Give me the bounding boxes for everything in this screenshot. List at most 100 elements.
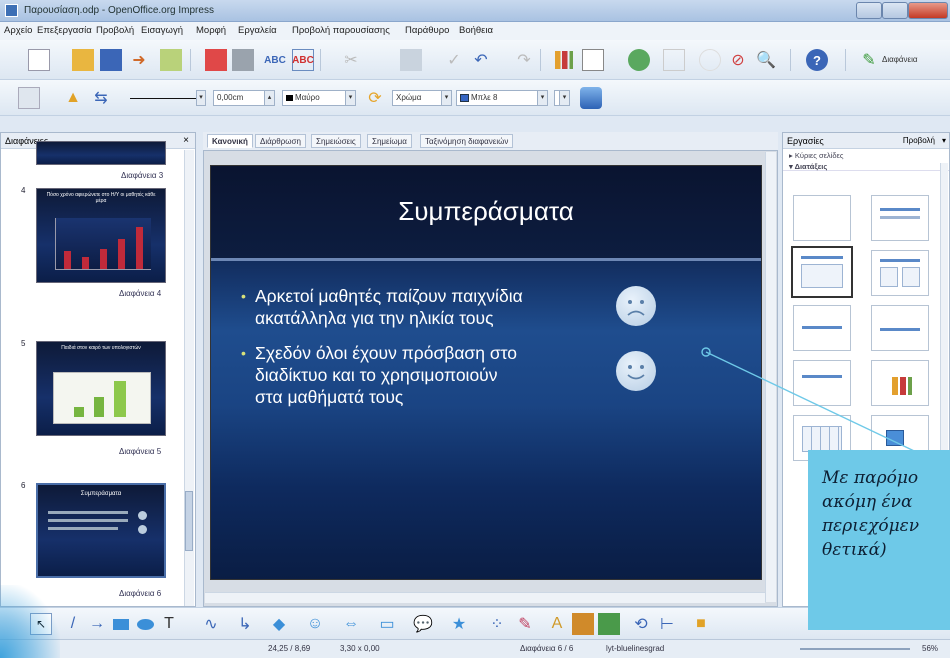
gallery-icon[interactable] <box>598 613 620 635</box>
help-icon[interactable]: ? <box>806 49 828 71</box>
zoom-slider[interactable] <box>800 648 910 650</box>
symbol-shapes-icon[interactable]: ☺ <box>304 613 326 635</box>
line-icon[interactable]: / <box>62 613 84 635</box>
minimize-button[interactable] <box>856 2 882 19</box>
hyperlink-icon[interactable]: ⊘ <box>727 49 749 71</box>
callouts-icon[interactable]: 💬 <box>412 613 434 635</box>
from-file-icon[interactable] <box>572 613 594 635</box>
rectangle-icon[interactable] <box>110 613 132 635</box>
paste-icon[interactable] <box>400 49 422 71</box>
slide-thumbnail-6[interactable]: Συμπεράσματα <box>36 483 166 578</box>
connector-icon[interactable]: ↳ <box>234 613 256 635</box>
block-arrows-icon[interactable]: ⇔ <box>340 613 362 635</box>
layout-title-text[interactable] <box>793 360 851 406</box>
layout-title-content[interactable] <box>791 246 853 298</box>
line-style-dropdown[interactable]: ▾ <box>196 90 206 106</box>
basic-shapes-icon[interactable]: ◆ <box>268 613 290 635</box>
menu-slide-show[interactable]: Προβολή παρουσίασης <box>292 25 390 36</box>
autospellcheck-icon[interactable]: ABC <box>292 49 314 71</box>
menu-format[interactable]: Μορφή <box>196 25 226 36</box>
maximize-button[interactable] <box>882 2 908 19</box>
display-grid-icon[interactable] <box>699 49 721 71</box>
current-slide[interactable]: Συμπεράσματα • Αρκετοί μαθητές παίζουν π… <box>210 165 762 580</box>
open-folder-icon[interactable] <box>72 49 94 71</box>
tab-notes[interactable]: Σημειώσεις <box>311 134 361 148</box>
area-icon[interactable]: ⟳ <box>364 87 386 109</box>
tab-outline[interactable]: Διάρθρωση <box>255 134 306 148</box>
undo-icon[interactable]: ↶ <box>470 49 492 71</box>
glue-points-icon[interactable]: ✎ <box>514 613 536 635</box>
sad-face-icon[interactable] <box>616 286 656 326</box>
menu-edit[interactable]: Επεξεργασία <box>37 25 92 36</box>
close-panel-icon[interactable]: × <box>183 135 189 146</box>
ellipse-icon[interactable] <box>134 613 156 635</box>
layout-centered-text[interactable] <box>871 305 929 351</box>
menu-window[interactable]: Παράθυρο <box>405 25 449 36</box>
layout-title-2-content[interactable] <box>871 250 929 296</box>
save-icon[interactable] <box>100 49 122 71</box>
slide-title[interactable]: Συμπεράσματα <box>211 196 761 227</box>
section-layouts[interactable]: ▾ Διατάξεις <box>783 160 949 171</box>
tab-handout[interactable]: Σημείωμα <box>367 134 412 148</box>
curve-icon[interactable]: ∿ <box>200 613 222 635</box>
arrange-icon[interactable]: ■ <box>690 613 712 635</box>
chart-icon[interactable] <box>553 49 575 71</box>
section-master-pages[interactable]: ▸ Κύριες σελίδες <box>783 149 949 160</box>
print-icon[interactable] <box>232 49 254 71</box>
new-document-icon[interactable] <box>28 49 50 71</box>
happy-face-icon[interactable] <box>616 351 656 391</box>
slide-thumbnail-3[interactable] <box>36 141 166 165</box>
canvas-horizontal-scrollbar[interactable] <box>205 592 765 603</box>
menu-insert[interactable]: Εισαγωγή <box>141 25 183 36</box>
layout-blank[interactable] <box>793 195 851 241</box>
text-icon[interactable]: T <box>158 613 180 635</box>
table-icon[interactable] <box>582 49 604 71</box>
close-window-button[interactable] <box>908 2 948 19</box>
menu-tools[interactable]: Εργαλεία <box>238 25 277 36</box>
area-style-field[interactable]: Χρώμα ▾ <box>392 90 452 106</box>
stars-icon[interactable]: ★ <box>448 613 470 635</box>
line-color-field[interactable]: Μαύρο ▾ <box>282 90 356 106</box>
line-width-field[interactable]: 0,00cm ▴ <box>213 90 275 106</box>
canvas-vertical-scrollbar[interactable] <box>765 152 776 602</box>
shadow-icon[interactable] <box>580 87 602 109</box>
redo-icon[interactable]: ↷ <box>513 49 535 71</box>
align-icon[interactable]: ⊢ <box>656 613 678 635</box>
cut-icon[interactable]: ✂ <box>340 49 362 71</box>
slide-design-icon[interactable]: ✎ <box>858 49 880 71</box>
flowchart-icon[interactable]: ▭ <box>376 613 398 635</box>
tab-slide-sorter[interactable]: Ταξινόμηση διαφανειών <box>420 134 514 148</box>
export-icon[interactable]: ➜ <box>128 49 150 71</box>
export-pdf-icon[interactable] <box>205 49 227 71</box>
arrow-line-icon[interactable]: → <box>86 613 108 635</box>
spellcheck-icon[interactable]: ABC <box>264 49 286 71</box>
slides-scrollbar-thumb[interactable] <box>185 491 193 551</box>
format-paintbrush-icon[interactable]: ✓ <box>443 49 465 71</box>
tab-normal[interactable]: Κανονική <box>207 134 253 148</box>
menu-file[interactable]: Αρχείο <box>4 25 32 36</box>
slide-design-label[interactable]: Διαφάνεια <box>882 55 918 64</box>
menu-help[interactable]: Βοήθεια <box>459 25 493 36</box>
slide-thumbnail-5[interactable]: Παιδιά στον καιρό των υπολογιστών <box>36 341 166 436</box>
line-tool-icon[interactable]: ▲ <box>62 87 84 109</box>
edit-file-icon[interactable] <box>160 49 182 71</box>
impress-window: Παρουσίαση.odp - OpenOffice.org Impress … <box>0 0 950 658</box>
extra-dropdown[interactable]: ▾ <box>554 90 570 106</box>
tasks-view-menu[interactable]: Προβολή <box>903 136 935 145</box>
menu-view[interactable]: Προβολή <box>96 25 134 36</box>
chevron-down-icon[interactable]: ▾ <box>942 136 946 145</box>
area-color-field[interactable]: Μπλε 8 ▾ <box>456 90 548 106</box>
fontwork-icon[interactable]: A <box>546 613 568 635</box>
zoom-icon[interactable]: 🔍 <box>755 49 777 71</box>
zoom-level[interactable]: 56% <box>922 644 938 653</box>
arrow-style-icon[interactable]: ⇆ <box>90 87 112 109</box>
navigator-icon[interactable] <box>628 49 650 71</box>
points-icon[interactable]: ⁘ <box>486 613 508 635</box>
rotate-icon[interactable]: ⟲ <box>630 613 652 635</box>
layout-title-only[interactable] <box>871 195 929 241</box>
grid-icon[interactable] <box>663 49 685 71</box>
layout-title-chart[interactable] <box>871 360 929 406</box>
slide-thumbnail-4[interactable]: Πόσο χρόνο αφιερώνετε στο Η/Υ οι μαθητές… <box>36 188 166 283</box>
layout-title-centered[interactable] <box>793 305 851 351</box>
line-style-icon[interactable] <box>18 87 40 109</box>
